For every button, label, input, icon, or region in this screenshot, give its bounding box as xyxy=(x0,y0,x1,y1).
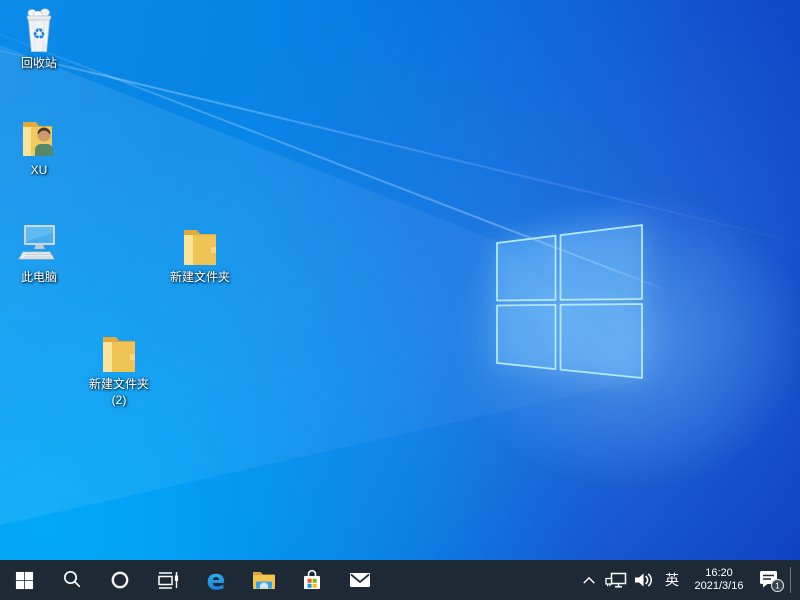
desktop-icon-label-line2: (2) xyxy=(111,393,127,407)
desktop-icon-label: 新建文件夹 xyxy=(169,270,230,284)
system-tray: 英 16:20 2021/3/16 1 xyxy=(576,560,800,600)
desktop-icon-label: XU xyxy=(30,163,48,177)
svg-text:1: 1 xyxy=(775,580,780,590)
store-icon xyxy=(300,568,324,592)
this-pc-icon xyxy=(15,220,63,267)
mail-button[interactable] xyxy=(336,560,384,600)
desktop-icon-this-pc[interactable]: 此电脑 xyxy=(1,220,77,285)
cortana-button[interactable] xyxy=(96,560,144,600)
windows-logo-icon xyxy=(15,571,34,590)
desktop-icon-new-folder-2[interactable]: 新建文件夹 (2) xyxy=(81,327,157,408)
wallpaper-windows-logo xyxy=(490,220,650,395)
notification-icon: 1 xyxy=(758,568,785,593)
folder-icon xyxy=(178,220,222,267)
windows-desktop[interactable]: ♻ 回收站 XU 此电脑 新建文件夹 新建文件夹 (2) e 英 16:20 2… xyxy=(0,0,800,600)
action-center-button[interactable]: 1 xyxy=(752,560,790,600)
svg-text:e: e xyxy=(207,566,226,594)
speaker-icon xyxy=(634,572,654,588)
desktop-icon-label: 新建文件夹 xyxy=(88,377,149,391)
file-explorer-button[interactable] xyxy=(240,560,288,600)
network-ethernet-icon xyxy=(605,572,627,589)
desktop-icon-recycle-bin[interactable]: ♻ 回收站 xyxy=(1,6,77,71)
desktop-icon-new-folder[interactable]: 新建文件夹 xyxy=(162,220,238,285)
clock-time: 16:20 xyxy=(705,566,733,579)
desktop-icon-user-folder[interactable]: XU xyxy=(1,113,77,178)
cortana-circle-icon xyxy=(110,570,130,590)
task-view-icon xyxy=(157,570,179,590)
clock[interactable]: 16:20 2021/3/16 xyxy=(686,560,752,600)
desktop-icon-label: 此电脑 xyxy=(20,270,57,284)
store-button[interactable] xyxy=(288,560,336,600)
mail-icon xyxy=(348,570,372,590)
clock-date: 2021/3/16 xyxy=(694,580,744,592)
edge-icon: e xyxy=(202,566,230,594)
ime-language-indicator[interactable]: 英 xyxy=(658,560,686,600)
search-button[interactable] xyxy=(48,560,96,600)
edge-button[interactable]: e xyxy=(192,560,240,600)
start-button[interactable] xyxy=(0,560,48,600)
user-folder-icon xyxy=(15,113,63,160)
folder-icon xyxy=(97,327,141,374)
chevron-up-icon xyxy=(582,576,596,585)
desktop-icon-label: 回收站 xyxy=(20,56,57,70)
volume-button[interactable] xyxy=(630,560,658,600)
tray-show-hidden-icons-button[interactable] xyxy=(576,560,602,600)
network-button[interactable] xyxy=(602,560,630,600)
search-icon xyxy=(62,570,82,590)
file-explorer-icon xyxy=(251,568,277,592)
recycle-bin-icon: ♻ xyxy=(18,6,60,53)
svg-text:♻: ♻ xyxy=(32,25,45,43)
task-view-button[interactable] xyxy=(144,560,192,600)
taskbar: e 英 16:20 2021/3/16 1 xyxy=(0,560,800,600)
show-desktop-button[interactable] xyxy=(791,560,800,600)
